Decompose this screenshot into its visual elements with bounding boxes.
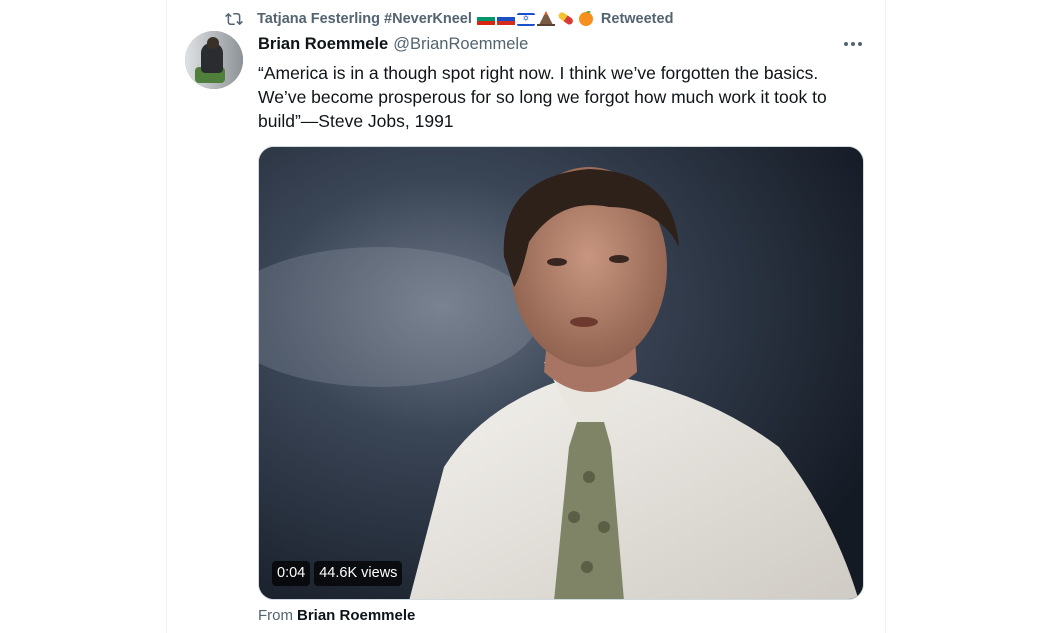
video-source-prefix: From (258, 607, 293, 624)
orange-icon (577, 9, 595, 29)
video-duration: 0:04 (272, 561, 311, 586)
retweet-icon (223, 9, 245, 29)
volcano-icon (536, 10, 555, 28)
video-player[interactable] (258, 146, 864, 600)
pill-icon (557, 10, 575, 28)
video-source: From Brian Roemmele (258, 607, 415, 624)
video-source-name[interactable]: Brian Roemmele (297, 607, 415, 624)
flag-israel-icon: ✡ (516, 12, 535, 26)
tweet-text-line: “America is in a though spot right now. … (258, 63, 819, 83)
retweeter-emoji-list: ✡ (476, 9, 595, 29)
more-options-button[interactable] (838, 34, 868, 54)
author-handle[interactable]: @BrianRoemmele (393, 35, 528, 54)
tweet-text-line: build”—Steve Jobs, 1991 (258, 111, 454, 131)
retweeter-name[interactable]: Tatjana Festerling #NeverKneel (257, 11, 472, 27)
video-views: 44.6K views (314, 561, 403, 586)
retweet-context[interactable]: Tatjana Festerling #NeverKneel ✡ Retweet… (223, 8, 673, 30)
tweet-text-line: We’ve become prosperous for so long we f… (258, 87, 827, 107)
video-meta: 0:04 44.6K views (272, 561, 403, 586)
avatar[interactable] (185, 31, 243, 89)
tweet-header: Brian Roemmele @BrianRoemmele (258, 35, 528, 54)
video-frame-image (259, 147, 863, 599)
page: Tatjana Festerling #NeverKneel ✡ Retweet… (0, 0, 1050, 633)
flag-bulgaria-icon (476, 12, 495, 26)
author-display-name[interactable]: Brian Roemmele (258, 35, 388, 54)
more-icon (844, 42, 862, 46)
flag-russia-icon (496, 12, 515, 26)
tweet-text: “America is in a though spot right now. … (258, 61, 868, 133)
retweeted-label: Retweeted (600, 11, 674, 27)
